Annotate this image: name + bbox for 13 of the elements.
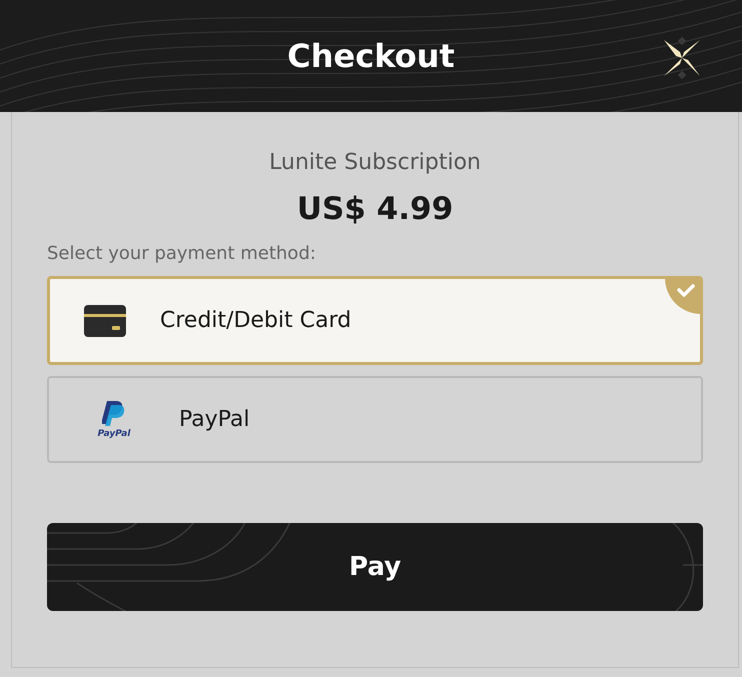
paypal-logo-text: PayPal xyxy=(98,429,130,439)
payment-option[interactable]: PayPal PayPal xyxy=(47,376,703,463)
window-title: Checkout xyxy=(287,37,455,75)
payment-option-label: PayPal xyxy=(179,407,250,432)
payment-method-prompt: Select your payment method: xyxy=(47,243,317,264)
payment-option-label: Credit/Debit Card xyxy=(160,308,352,333)
pay-button[interactable]: Pay xyxy=(47,523,703,611)
payment-option[interactable]: Credit/Debit Card xyxy=(47,276,703,365)
credit-card-icon xyxy=(84,304,126,336)
checkmark-badge-icon xyxy=(665,279,700,314)
paypal-p-icon xyxy=(102,400,126,428)
product-name: Lunite Subscription xyxy=(269,150,481,175)
product-price: US$ 4.99 xyxy=(296,191,454,227)
